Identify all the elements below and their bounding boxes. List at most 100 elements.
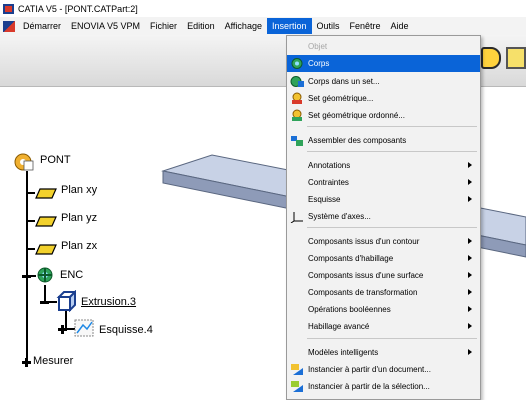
menu-fichier[interactable]: Fichier [145, 18, 182, 34]
menu-item-instancier-selection[interactable]: Instancier à partir de la sélection... [287, 378, 480, 395]
tree-node-plan-xy[interactable]: Plan xy [61, 184, 97, 196]
menu-outils[interactable]: Outils [312, 18, 345, 34]
plane-icon[interactable] [35, 244, 57, 255]
menu-item-label: Opérations booléennes [308, 305, 391, 314]
menu-item-label: Contraintes [308, 178, 349, 187]
menu-item-label: Modèles intelligents [308, 348, 379, 357]
menu-item-label: Annotations [308, 161, 351, 170]
menu-item-assembler-composants[interactable]: Assembler des composants [287, 132, 480, 149]
menu-item-label: Composants issus d'une surface [308, 271, 424, 280]
tree-branch [27, 192, 35, 194]
menu-item-contraintes[interactable]: Contraintes [287, 174, 480, 191]
menu-item-composants-surface[interactable]: Composants issus d'une surface [287, 267, 480, 284]
menu-item-label: Composants d'habillage [308, 254, 394, 263]
menu-item-set-geometrique-ordonne[interactable]: Set géométrique ordonné... [287, 107, 480, 124]
submenu-arrow-icon [468, 179, 472, 185]
menu-bar: Démarrer ENOVIA V5 VPM Fichier Edition A… [0, 17, 526, 35]
submenu-arrow-icon [468, 289, 472, 295]
tree-node-extrusion[interactable]: Extrusion.3 [81, 296, 136, 308]
submenu-arrow-icon [468, 323, 472, 329]
sketch-icon[interactable] [74, 318, 96, 338]
toolbar-part-icon[interactable] [506, 47, 526, 69]
submenu-arrow-icon [468, 255, 472, 261]
tree-node-mesurer[interactable]: Mesurer [33, 355, 73, 367]
menu-item-label: Instancier à partir d'un document... [308, 365, 431, 374]
menu-item-label: Composants de transformation [308, 288, 418, 297]
menu-enovia[interactable]: ENOVIA V5 VPM [66, 18, 145, 34]
tree-branch [27, 248, 35, 250]
collapse-toggle[interactable] [40, 301, 49, 304]
menu-item-label: Corps dans un set... [308, 77, 380, 86]
ordered-geometric-set-icon [292, 109, 302, 121]
insertion-dropdown-menu: Objet Corps Corps dans un set... Set géo… [286, 35, 481, 400]
tree-trunk [26, 171, 28, 363]
geometric-set-icon [292, 92, 302, 104]
tree-node-esquisse[interactable]: Esquisse.4 [99, 324, 153, 336]
menu-separator [307, 126, 477, 127]
axis-system-icon [290, 212, 303, 223]
submenu-arrow-icon [468, 238, 472, 244]
instantiate-selection-icon [291, 381, 303, 392]
menu-item-label: Assembler des composants [308, 136, 407, 145]
menu-edition[interactable]: Edition [182, 18, 220, 34]
menu-item-habillage-avance[interactable]: Habillage avancé [287, 318, 480, 335]
menu-item-composants-transformation[interactable]: Composants de transformation [287, 284, 480, 301]
body-in-set-icon [290, 76, 304, 87]
menu-item-systeme-axes[interactable]: Système d'axes... [287, 208, 480, 225]
tree-branch [27, 220, 35, 222]
menu-item-modeles-intelligents[interactable]: Modèles intelligents [287, 344, 480, 361]
menu-item-label: Habillage avancé [308, 322, 370, 331]
title-bar: CATIA V5 - [PONT.CATPart:2] [0, 0, 526, 17]
start-menu-icon[interactable] [3, 20, 15, 32]
collapse-toggle[interactable] [22, 275, 31, 278]
menu-item-operations-booleennes[interactable]: Opérations booléennes [287, 301, 480, 318]
menu-item-label: Set géométrique ordonné... [308, 111, 405, 120]
expand-toggle[interactable] [22, 358, 31, 367]
body-icon [291, 58, 303, 69]
plane-icon[interactable] [35, 188, 57, 199]
submenu-arrow-icon [468, 196, 472, 202]
tree-node-plan-yz[interactable]: Plan yz [61, 212, 97, 224]
menu-item-label: Composants issus d'un contour [308, 237, 420, 246]
tree-node-pont[interactable]: PONT [40, 154, 71, 166]
assemble-icon [291, 136, 303, 146]
menu-item-objet: Objet [308, 42, 328, 51]
menu-item-corps-dans-set[interactable]: Corps dans un set... [287, 73, 480, 90]
body-icon[interactable] [35, 265, 55, 285]
instantiate-document-icon [291, 364, 303, 375]
menu-item-composants-contour[interactable]: Composants issus d'un contour [287, 233, 480, 250]
menu-separator [307, 338, 477, 339]
tree-node-enc[interactable]: ENC [60, 269, 83, 281]
submenu-arrow-icon [468, 349, 472, 355]
submenu-arrow-icon [468, 272, 472, 278]
menu-fenetre[interactable]: Fenêtre [345, 18, 386, 34]
menu-separator [307, 151, 477, 152]
menu-demarrer[interactable]: Démarrer [18, 18, 66, 34]
menu-item-label: Instancier à partir de la sélection... [308, 382, 430, 391]
menu-aide[interactable]: Aide [386, 18, 414, 34]
menu-item-instancier-document[interactable]: Instancier à partir d'un document... [287, 361, 480, 378]
toolbar-tool-icon[interactable] [481, 47, 501, 69]
tree-node-plan-zx[interactable]: Plan zx [61, 240, 97, 252]
menu-item-esquisse[interactable]: Esquisse [287, 191, 480, 208]
menu-separator [307, 227, 477, 228]
menu-item-set-geometrique[interactable]: Set géométrique... [287, 90, 480, 107]
menu-item-label: Esquisse [308, 195, 341, 204]
extrusion-icon[interactable] [56, 290, 76, 312]
menu-item-corps[interactable]: Corps [287, 55, 480, 72]
submenu-arrow-icon [468, 162, 472, 168]
window-title: CATIA V5 - [PONT.CATPart:2] [18, 3, 138, 14]
menu-item-composants-habillage[interactable]: Composants d'habillage [287, 250, 480, 267]
catia-app-icon [3, 3, 14, 14]
plane-icon[interactable] [35, 216, 57, 227]
menu-insertion[interactable]: Insertion [266, 18, 312, 34]
menu-item-label: Corps [308, 59, 330, 68]
menu-item-annotations[interactable]: Annotations [287, 157, 480, 174]
menu-affichage[interactable]: Affichage [220, 18, 267, 34]
menu-item-label: Set géométrique... [308, 94, 374, 103]
expand-toggle[interactable] [58, 325, 67, 334]
tree-subtrunk [44, 285, 46, 302]
menu-item-label: Système d'axes... [308, 212, 371, 221]
part-gear-icon[interactable] [12, 152, 34, 172]
submenu-arrow-icon [468, 306, 472, 312]
